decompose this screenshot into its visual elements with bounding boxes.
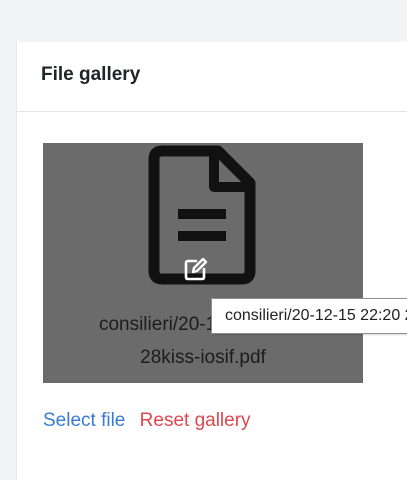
file-thumbnail[interactable]: consilieri/20-12-15 22:20 28kiss-iosif.p… (43, 143, 363, 383)
panel-title: File gallery (41, 64, 141, 85)
page: File gallery consilieri/20-12-15 22:20 2… (0, 0, 407, 480)
panel-header: File gallery (17, 42, 407, 112)
select-file-link[interactable]: Select file (43, 410, 125, 431)
gallery-actions: Select file Reset gallery (43, 410, 251, 432)
file-gallery-panel: File gallery consilieri/20-12-15 22:20 2… (16, 42, 407, 480)
file-name-tooltip: consilieri/20-12-15 22:20 28kiss-iosif.p… (211, 298, 407, 334)
reset-gallery-link[interactable]: Reset gallery (140, 410, 251, 431)
edit-pencil-icon[interactable] (183, 256, 209, 282)
file-name-line2: 28kiss-iosif.pdf (140, 347, 266, 368)
